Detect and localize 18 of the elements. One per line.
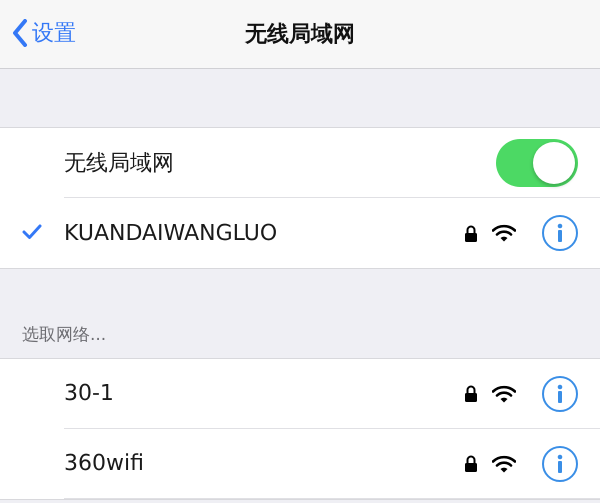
info-button[interactable] (542, 446, 578, 482)
wifi-icon (492, 224, 516, 242)
back-button[interactable]: 设置 (8, 14, 80, 52)
section-header: 选取网络... (22, 324, 106, 346)
wifi-toggle[interactable] (496, 138, 578, 186)
info-icon (556, 454, 564, 474)
network-name: 30-1 (64, 381, 115, 406)
network-name: 360wifi (64, 451, 145, 476)
info-icon (556, 223, 564, 243)
info-icon (556, 384, 564, 404)
window-title: 无线局域网 (245, 21, 355, 49)
wifi-icon (492, 384, 516, 402)
info-button[interactable] (542, 376, 578, 412)
info-button[interactable] (542, 215, 578, 251)
network-name: KUANDAIWANGLUO (64, 220, 278, 246)
wifi-icon (492, 454, 516, 472)
setting-label: 无线局域网 (64, 150, 175, 178)
chevron-icon (12, 19, 28, 47)
